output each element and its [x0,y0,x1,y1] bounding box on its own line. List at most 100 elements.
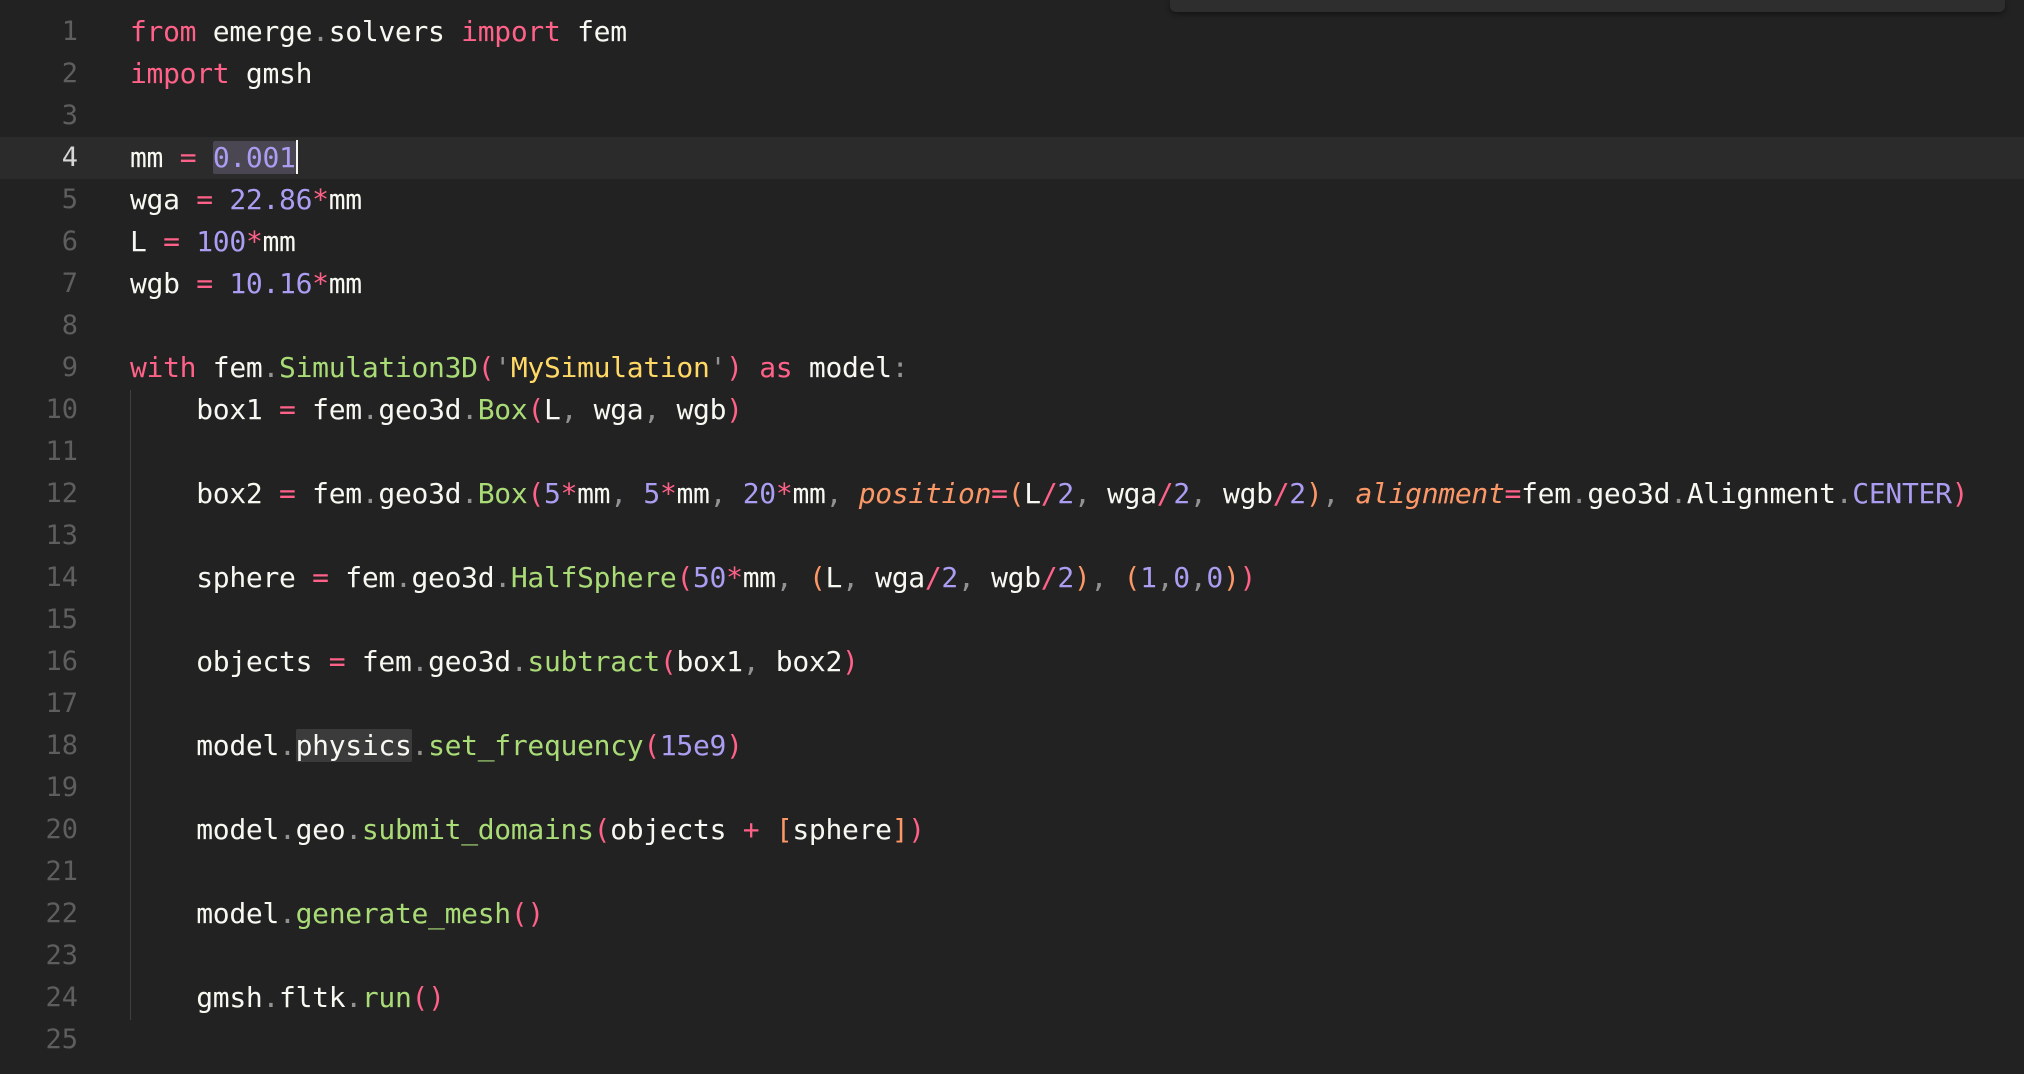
code-token: import [461,15,561,48]
code-token: geo3d [378,477,462,510]
line-code[interactable]: import gmsh [130,53,312,95]
code-token: geo3d [1587,477,1671,510]
code-line[interactable]: 3 [0,95,2024,137]
code-token: from [130,15,197,48]
code-token: mm [130,141,180,174]
line-code[interactable]: wga = 22.86*mm [130,179,362,221]
code-token: [ [775,813,793,846]
code-editor[interactable]: 1 from emerge.solvers import fem 2 import g… [0,0,2024,1074]
code-line[interactable]: 18 model.physics.set_frequency(15e9) [0,725,2024,767]
code-token: MySimulation [510,351,710,384]
code-token: wga [858,561,925,594]
code-token: L [544,393,561,426]
code-token: as [759,351,793,384]
line-number: 11 [45,436,78,467]
code-line[interactable]: 21 [0,851,2024,893]
code-token: ) [1239,561,1257,594]
line-code[interactable]: model.physics.set_frequency(15e9) [130,725,743,767]
code-token: ) [726,351,743,384]
line-code[interactable]: model.generate_mesh() [130,893,544,935]
code-token: ) [1073,561,1091,594]
code-line[interactable]: 15 [0,599,2024,641]
code-token: 1 [1140,561,1157,594]
code-token: gmsh [130,981,263,1014]
code-line[interactable]: 2 import gmsh [0,53,2024,95]
code-token: . [262,981,280,1014]
line-code[interactable]: objects = fem.geo3d.subtract(box1, box2) [130,641,859,683]
code-token: Simulation3D [279,351,478,384]
code-token: Alignment [1686,477,1836,510]
code-line[interactable]: 11 [0,431,2024,473]
code-token: = [328,645,346,678]
code-token: * [560,477,578,510]
code-token: . [361,393,379,426]
code-token: wgb [659,393,727,426]
code-token: ( [527,393,544,426]
line-number: 25 [45,1024,78,1055]
line-code[interactable]: wgb = 10.16*mm [130,263,362,305]
code-token: wgb [1206,477,1273,510]
code-token: ) [1951,477,1969,510]
code-line[interactable]: 19 [0,767,2024,809]
code-line[interactable]: 4 mm = 0.001 [0,137,2024,179]
code-token: / [1040,561,1058,594]
code-line[interactable]: 13 [0,515,2024,557]
code-token: alignment [1355,477,1505,510]
code-line[interactable]: 14 sphere = fem.geo3d.HalfSphere(50*mm, … [0,557,2024,599]
code-line[interactable]: 6 L = 100*mm [0,221,2024,263]
code-line[interactable]: 5 wga = 22.86*mm [0,179,2024,221]
code-token: = [163,225,180,258]
line-code[interactable]: from emerge.solvers import fem [130,11,627,53]
line-code[interactable]: with fem.Simulation3D('MySimulation') as… [130,347,909,389]
code-line[interactable]: 7 wgb = 10.16*mm [0,263,2024,305]
code-token: = [1504,477,1522,510]
line-code[interactable]: mm = 0.001 [130,137,298,179]
code-token: sphere [792,813,892,846]
line-code[interactable]: box1 = fem.geo3d.Box(L, wga, wgb) [130,389,743,431]
code-token: fem [328,561,395,594]
code-line[interactable]: 16 objects = fem.geo3d.subtract(box1, bo… [0,641,2024,683]
code-token: ( [593,813,611,846]
code-token: , [957,561,975,594]
code-line[interactable]: 8 [0,305,2024,347]
code-line[interactable]: 9 with fem.Simulation3D('MySimulation') a… [0,347,2024,389]
code-line[interactable]: 1 from emerge.solvers import fem [0,11,2024,53]
code-token: ] [891,813,909,846]
code-line[interactable]: 25 [0,1019,2024,1061]
code-line[interactable]: 20 model.geo.submit_domains(objects + [s… [0,809,2024,851]
code-token: fem [560,15,627,48]
code-line[interactable]: 17 [0,683,2024,725]
line-code[interactable]: sphere = fem.geo3d.HalfSphere(50*mm, (L,… [130,557,1256,599]
code-token: fem [1521,477,1571,510]
line-code[interactable]: gmsh.fltk.run() [130,977,445,1019]
code-token: wgb [974,561,1041,594]
code-line[interactable]: 10 box1 = fem.geo3d.Box(L, wga, wgb) [0,389,2024,431]
code-token: = [196,267,213,300]
code-token: L [1024,477,1041,510]
code-token: * [312,183,329,216]
code-token: . [345,981,362,1014]
line-code[interactable]: model.geo.submit_domains(objects + [sphe… [130,809,925,851]
line-number: 8 [61,310,78,341]
code-token: . [1835,477,1853,510]
code-token: mm [328,183,362,216]
line-number: 7 [61,268,78,299]
code-line[interactable]: 12 box2 = fem.geo3d.Box(5*mm, 5*mm, 20*m… [0,473,2024,515]
code-line[interactable]: 22 model.generate_mesh() [0,893,2024,935]
code-token: fltk [279,981,346,1014]
code-token: = [312,561,329,594]
line-number: 4 [61,142,78,173]
code-token: box2 [130,477,280,510]
code-line[interactable]: 24 gmsh.fltk.run() [0,977,2024,1019]
code-line[interactable]: 23 [0,935,2024,977]
line-code[interactable]: L = 100*mm [130,221,296,263]
code-token: ) [726,729,743,762]
code-token: ) [726,393,743,426]
code-token: , [1189,561,1207,594]
line-code[interactable]: box2 = fem.geo3d.Box(5*mm, 5*mm, 20*mm, … [130,473,1968,515]
code-token: : [891,351,909,384]
code-token: solvers [328,15,462,48]
